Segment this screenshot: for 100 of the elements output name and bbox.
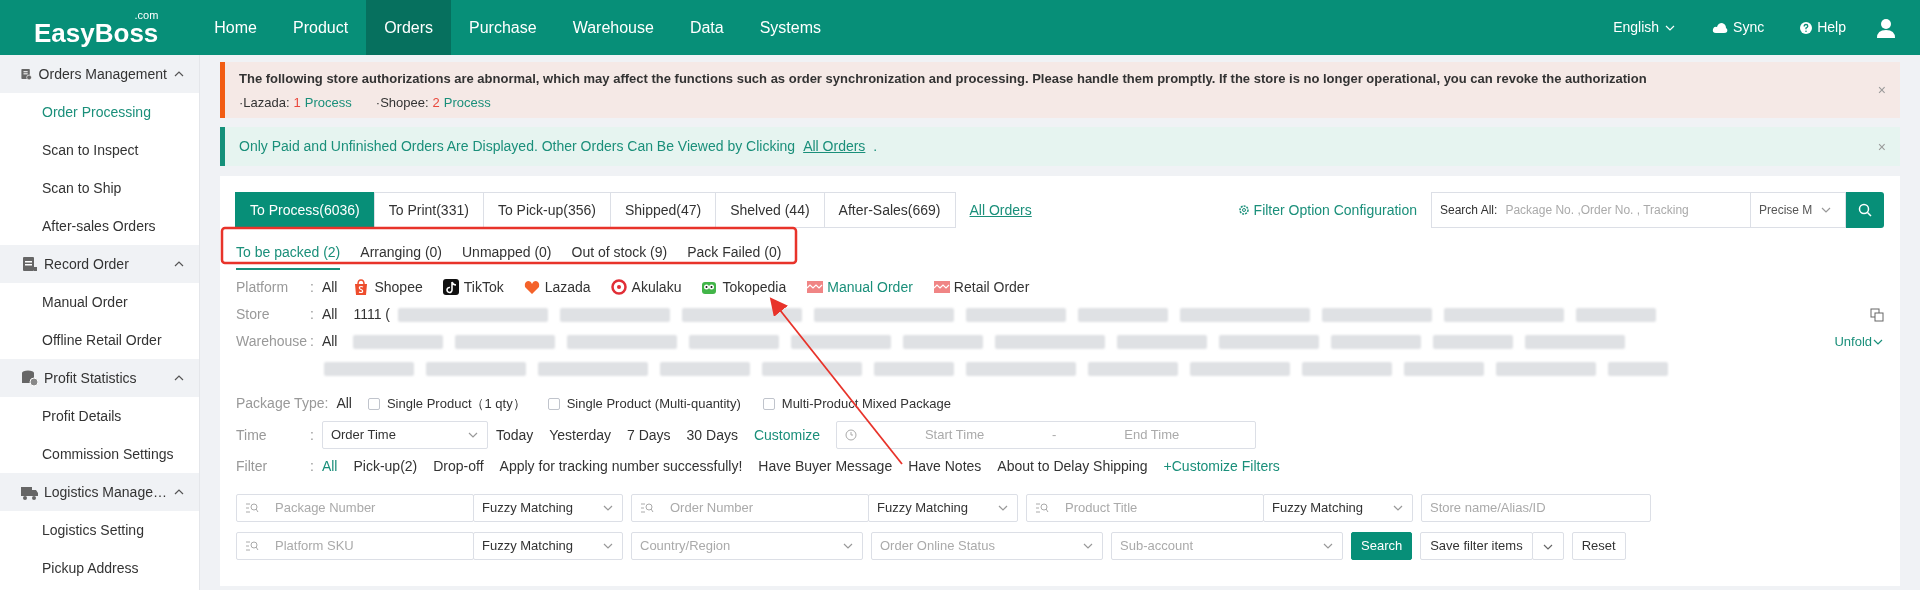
sync-button[interactable]: Sync (1706, 16, 1771, 39)
status-tab[interactable]: Shelved (44) (715, 192, 825, 228)
search-button[interactable]: Search (1351, 532, 1413, 560)
document-icon (20, 255, 38, 273)
sub-tab[interactable]: To be packed (2) (236, 236, 341, 270)
save-filter-button[interactable]: Save filter items (1420, 532, 1533, 560)
status-tab[interactable]: To Process(6036) (235, 192, 375, 228)
cloud-icon (1712, 21, 1729, 34)
receipt-icon (932, 279, 950, 296)
sub-tab[interactable]: Pack Failed (0) (687, 236, 782, 270)
sub-tab[interactable]: Arranging (0) (360, 236, 442, 270)
quick-date-option[interactable]: 30 Days (686, 424, 738, 446)
gear-icon (1237, 204, 1250, 216)
language-selector[interactable]: English (1607, 16, 1683, 39)
nav-tab[interactable]: Product (275, 0, 367, 55)
filter-option[interactable]: Have Buyer Message (758, 456, 893, 477)
time-type-select[interactable]: Order Time (321, 421, 488, 449)
checkbox-option[interactable]: Single Product（1 qty） (367, 393, 526, 414)
status-tab[interactable]: To Print(331) (373, 192, 484, 228)
all-orders-link[interactable]: All Orders (963, 198, 1038, 222)
sidebar-group[interactable]: Orders Management (0, 55, 199, 93)
platform-option[interactable]: Tokopedia (701, 277, 787, 298)
list-search-icon (640, 502, 654, 514)
filter-label: Warehouse (236, 332, 309, 351)
match-type-select[interactable]: Fuzzy Matching (868, 494, 1018, 522)
reset-button[interactable]: Reset (1571, 532, 1626, 560)
nav-tab[interactable]: Purchase (451, 0, 555, 55)
quick-date-option[interactable]: 7 Days (627, 424, 671, 446)
list-search-icon (245, 540, 259, 552)
nav-tab[interactable]: Warehouse (554, 0, 672, 55)
filter-label: Time (236, 425, 268, 445)
platform-option[interactable]: Shopee (353, 277, 423, 298)
filter-colon: : (310, 305, 314, 324)
match-mode-select[interactable]: Precise M (1750, 192, 1846, 228)
platform-option[interactable]: Retail Order (932, 277, 1030, 298)
quick-date-option[interactable]: Yesterday (549, 424, 611, 446)
match-type-select[interactable]: Fuzzy Matching (473, 494, 623, 522)
filter-option[interactable]: All (321, 277, 338, 298)
sub-tab[interactable]: Unmapped (0) (462, 236, 552, 270)
nav-tab[interactable]: Systems (741, 0, 839, 55)
ring-icon (610, 279, 628, 296)
quick-date-option[interactable]: Today (495, 424, 534, 446)
filter-option[interactable]: Have Notes (908, 456, 982, 477)
blurred-text (1608, 361, 1668, 376)
search-field[interactable]: Search All: Package No. ,Order No. , Tracking (1431, 192, 1751, 228)
checkbox-option[interactable]: Single Product (Multi-quantity) (547, 393, 741, 414)
error-count: 2 (432, 93, 440, 112)
sidebar-group[interactable]: Profit Statistics (0, 359, 199, 397)
match-type-select[interactable]: Fuzzy Matching (473, 532, 623, 560)
checkbox[interactable] (762, 397, 775, 410)
filter-colon: : (310, 332, 314, 351)
platform-option[interactable]: TikTok (442, 277, 504, 298)
filter-option[interactable]: Drop-off (433, 456, 484, 477)
platform-option[interactable]: Manual Order (806, 277, 913, 298)
copy-icon (1870, 307, 1884, 322)
receipt-icon (806, 279, 824, 296)
list-search-icon (245, 502, 259, 514)
customize-link[interactable]: Customize (753, 424, 821, 446)
filter-option[interactable]: Apply for tracking number successfully! (499, 456, 743, 477)
filter-option[interactable]: All (321, 456, 338, 477)
customize-filters-link[interactable]: +Customize Filters (1163, 456, 1280, 477)
unfold-toggle[interactable]: Unfold (1834, 331, 1884, 352)
alert-period: . (873, 137, 878, 156)
sidebar-group[interactable]: Logistics Manage… (0, 473, 199, 511)
filter-option[interactable]: All (321, 304, 338, 325)
filter-label: Store (236, 305, 271, 324)
filter-colon: : (324, 394, 329, 413)
search-label: Search All: (1439, 202, 1499, 219)
help-button[interactable]: Help (1794, 16, 1852, 39)
nav-tab[interactable]: Data (671, 0, 742, 55)
music-note-icon (442, 279, 460, 296)
filter-config-link[interactable]: Filter Option Configuration (1231, 198, 1423, 222)
filter-option[interactable]: All (321, 331, 338, 352)
search-button[interactable] (1846, 192, 1884, 228)
status-tab[interactable]: After-Sales(669) (823, 192, 956, 228)
list-search-icon (1035, 502, 1049, 514)
alert-message: Only Paid and Unfinished Orders Are Displayed. Other Orders Can Be Viewed by Clicking (239, 137, 796, 156)
coins-icon (20, 369, 38, 387)
dropdown-toggle-button[interactable] (1531, 532, 1564, 560)
nav-tab[interactable]: Home (196, 0, 275, 55)
all-orders-link[interactable]: All Orders (803, 136, 866, 157)
nav-tab[interactable]: Orders (366, 0, 452, 55)
filter-option[interactable]: All (336, 393, 352, 414)
heart-icon (523, 279, 541, 296)
checkbox[interactable] (547, 397, 560, 410)
filter-colon: : (310, 425, 314, 445)
match-type-select[interactable]: Fuzzy Matching (1263, 494, 1413, 522)
platform-option[interactable]: Lazada (523, 277, 591, 298)
checkbox[interactable] (367, 397, 380, 410)
sub-tab[interactable]: Out of stock (9) (571, 236, 668, 270)
search-icon (1858, 203, 1872, 217)
filter-option[interactable]: Pick-up(2) (353, 456, 418, 477)
sidebar-group[interactable]: Record Order (0, 245, 199, 283)
platform-option[interactable]: Akulaku (610, 277, 682, 298)
platform-label: ·Shopee: (375, 93, 429, 112)
store-name: 1111 ( (353, 305, 391, 324)
clock-icon (845, 429, 858, 441)
filter-colon: : (310, 457, 314, 476)
help-icon (1800, 21, 1813, 34)
filter-option[interactable]: About to Delay Shipping (997, 456, 1148, 477)
